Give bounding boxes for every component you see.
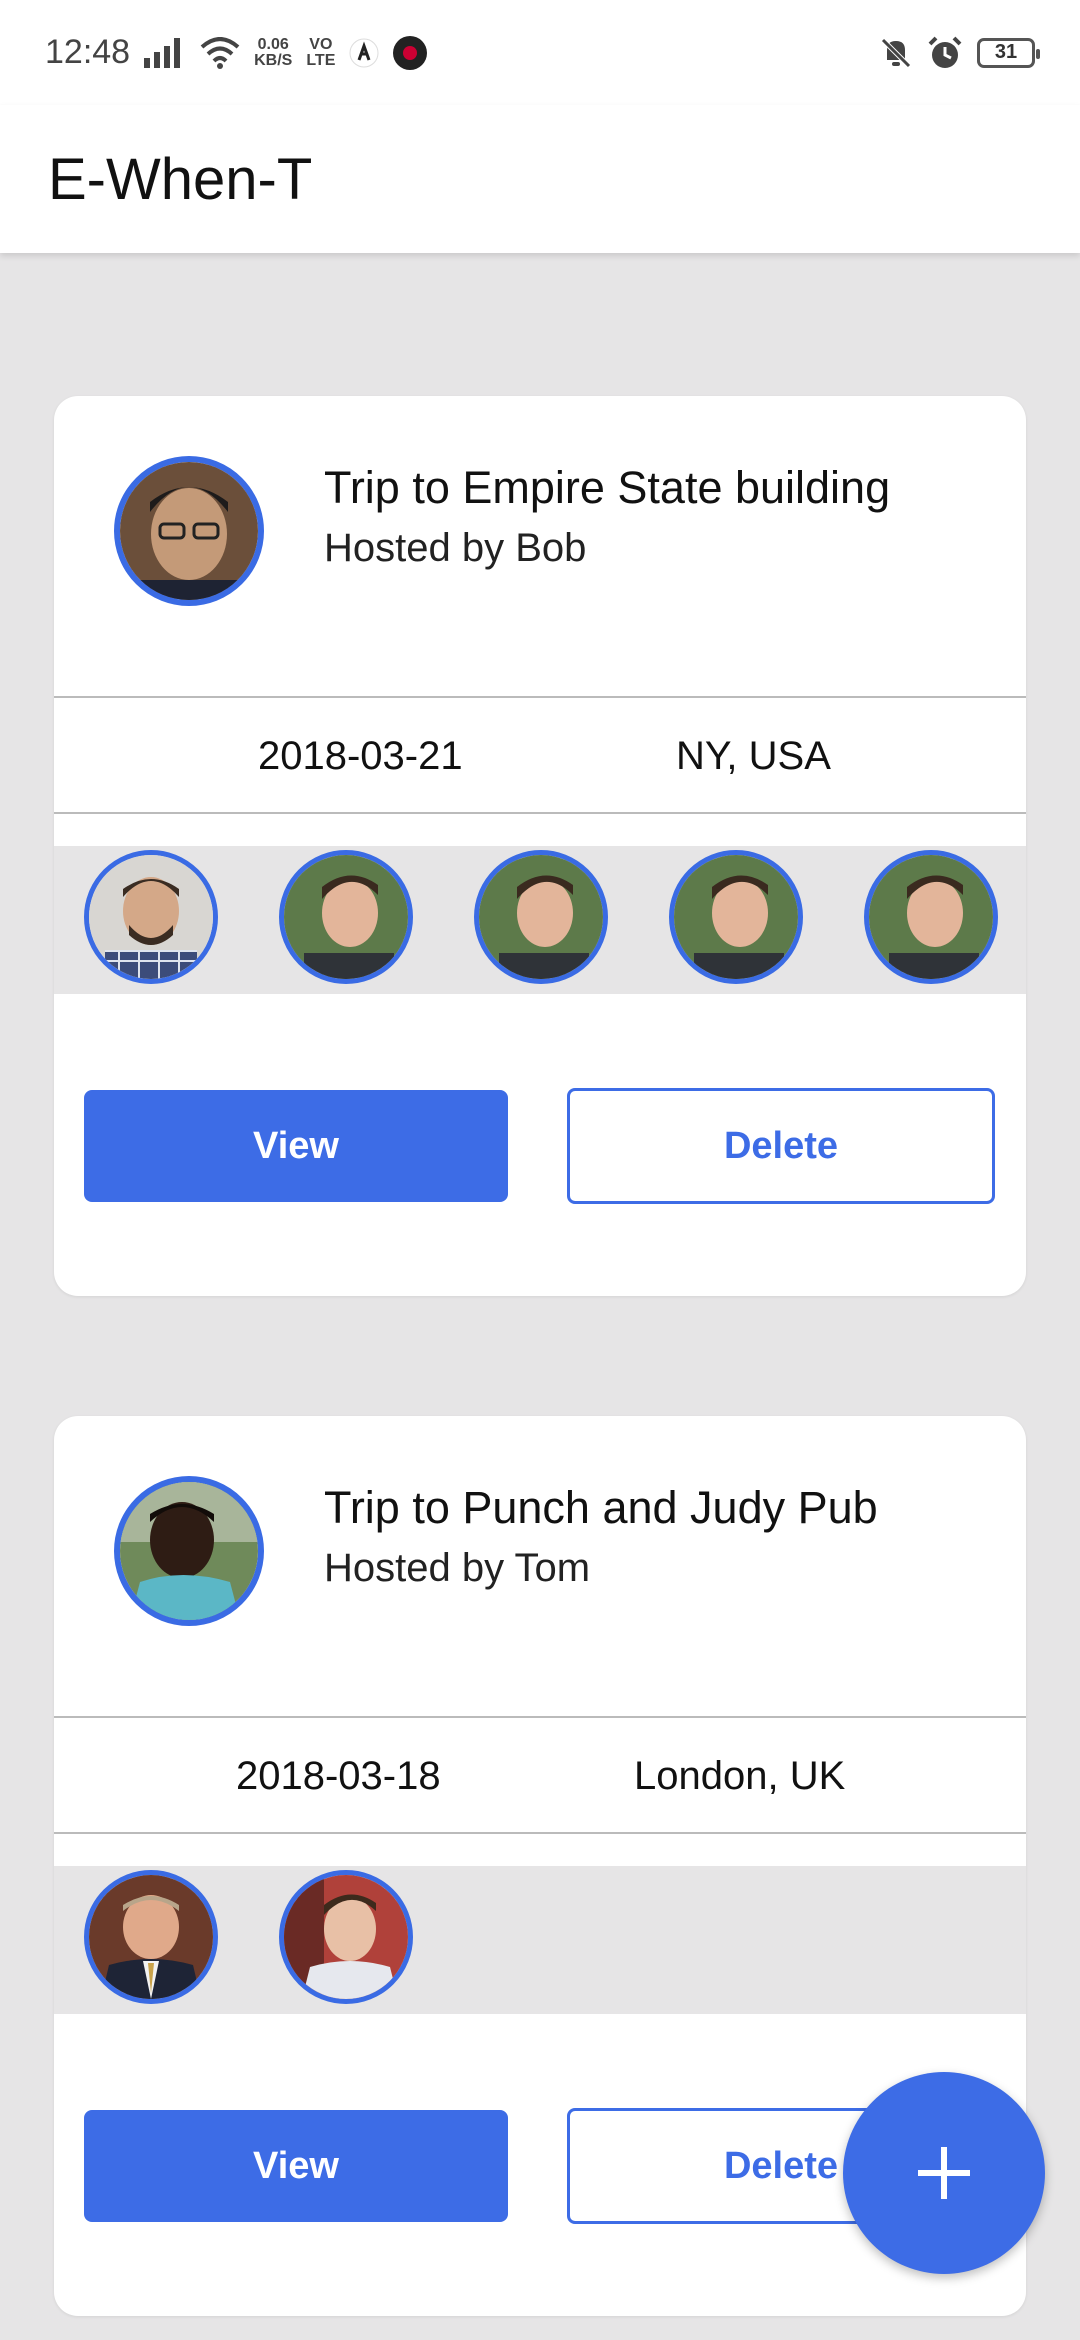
event-title: Trip to Empire State building: [324, 462, 891, 513]
attendee-avatar[interactable]: [669, 850, 803, 984]
attendee-avatar[interactable]: [864, 850, 998, 984]
event-date: 2018-03-21: [258, 734, 463, 778]
event-title: Trip to Punch and Judy Pub: [324, 1482, 878, 1533]
app-title: E-When-T: [48, 146, 313, 212]
app-notification-icon-2: [393, 35, 428, 70]
app-bar: E-When-T: [0, 105, 1080, 253]
event-card: Trip to Empire State building Hosted by …: [54, 396, 1026, 1296]
signal-icon: [144, 37, 181, 68]
wifi-icon: [200, 36, 240, 69]
attendee-avatar[interactable]: [84, 850, 218, 984]
event-info-row: 2018-03-21 NY, USA: [54, 696, 1026, 814]
host-avatar[interactable]: [114, 456, 264, 606]
volte-indicator: VO LTE: [306, 35, 336, 69]
delete-button[interactable]: Delete: [567, 1088, 995, 1204]
status-bar: 12:48 0.06 KB/S VO LTE 31: [0, 0, 1080, 105]
event-location: London, UK: [634, 1754, 846, 1798]
attendee-avatar[interactable]: [279, 850, 413, 984]
battery-level: 31: [994, 41, 1018, 63]
attendee-list: [54, 1866, 1026, 2014]
volte-top: VO: [309, 35, 333, 53]
event-location: NY, USA: [676, 734, 831, 778]
mute-bell-icon: [881, 37, 911, 68]
app-notification-icon: [349, 38, 379, 67]
view-button[interactable]: View: [84, 1090, 508, 1202]
event-host: Hosted by Bob: [324, 526, 587, 570]
view-button[interactable]: View: [84, 2110, 508, 2222]
event-host: Hosted by Tom: [324, 1546, 591, 1590]
attendee-avatar[interactable]: [84, 1870, 218, 2004]
alarm-icon: [928, 36, 962, 68]
attendee-avatar[interactable]: [279, 1870, 413, 2004]
event-header: Trip to Punch and Judy Pub Hosted by Tom: [54, 1416, 1026, 1718]
event-header: Trip to Empire State building Hosted by …: [54, 396, 1026, 698]
status-time: 12:48: [45, 33, 131, 71]
add-event-button[interactable]: [843, 2072, 1045, 2274]
net-speed-value: 0.06: [257, 35, 289, 53]
event-date: 2018-03-18: [236, 1754, 441, 1798]
network-speed: 0.06 KB/S: [254, 35, 293, 69]
attendee-list: [54, 846, 1026, 994]
event-info-row: 2018-03-18 London, UK: [54, 1716, 1026, 1834]
attendee-avatar[interactable]: [474, 850, 608, 984]
plus-icon: [918, 2147, 970, 2199]
battery-icon: 31: [977, 37, 1040, 68]
host-avatar[interactable]: [114, 1476, 264, 1626]
volte-bottom: LTE: [306, 51, 336, 69]
net-speed-unit: KB/S: [254, 51, 293, 69]
